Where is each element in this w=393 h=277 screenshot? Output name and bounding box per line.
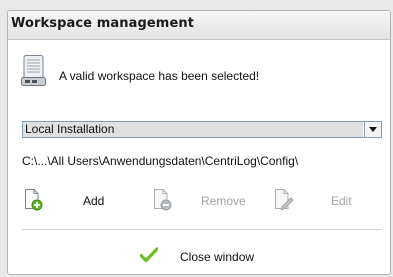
add-button[interactable]: Add xyxy=(24,189,124,211)
workspace-management-panel: Workspace management A valid workspace h… xyxy=(7,10,391,275)
edit-document-icon xyxy=(275,189,294,211)
workspace-path: C:\...\All Users\Anwendungsdaten\CentriL… xyxy=(22,154,299,168)
panel-title: Workspace management xyxy=(11,16,195,31)
workspace-select-value: Local Installation xyxy=(23,122,363,137)
remove-button[interactable]: Remove xyxy=(153,189,253,211)
edit-button[interactable]: Edit xyxy=(274,189,354,211)
workspace-select[interactable]: Local Installation xyxy=(22,121,382,138)
remove-label: Remove xyxy=(201,194,246,208)
workspace-server-icon xyxy=(21,55,46,86)
add-label: Add xyxy=(83,194,105,208)
remove-document-icon xyxy=(154,189,172,211)
status-message: A valid workspace has been selected! xyxy=(59,69,260,83)
edit-label: Edit xyxy=(331,194,352,208)
close-window-label: Close window xyxy=(180,250,255,264)
add-document-icon xyxy=(25,189,43,211)
checkmark-icon xyxy=(140,247,158,263)
divider xyxy=(22,229,382,230)
close-window-button[interactable]: Close window xyxy=(140,245,270,267)
title-bar: Workspace management xyxy=(8,11,390,40)
dropdown-arrow-icon[interactable] xyxy=(364,122,381,137)
